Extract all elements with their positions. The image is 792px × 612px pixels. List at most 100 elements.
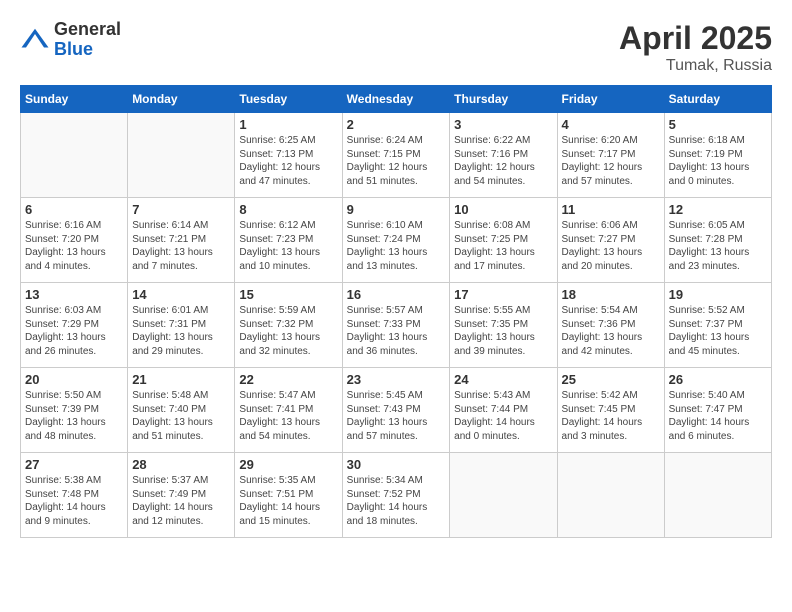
- day-number: 2: [347, 117, 446, 132]
- logo: General Blue: [20, 20, 121, 60]
- month-title: April 2025: [619, 20, 772, 57]
- day-info: Sunrise: 6:25 AM Sunset: 7:13 PM Dayligh…: [239, 134, 337, 188]
- day-info: Sunrise: 5:38 AM Sunset: 7:48 PM Dayligh…: [25, 474, 123, 528]
- day-number: 5: [669, 117, 767, 132]
- day-number: 29: [239, 457, 337, 472]
- day-number: 1: [239, 117, 337, 132]
- day-number: 9: [347, 202, 446, 217]
- day-info: Sunrise: 5:37 AM Sunset: 7:49 PM Dayligh…: [132, 474, 230, 528]
- week-row-3: 13 Sunrise: 6:03 AM Sunset: 7:29 PM Dayli…: [21, 283, 772, 368]
- day-number: 11: [562, 202, 660, 217]
- day-number: 25: [562, 372, 660, 387]
- calendar-header-thursday: Thursday: [450, 86, 557, 113]
- calendar-cell: 13 Sunrise: 6:03 AM Sunset: 7:29 PM Dayli…: [21, 283, 128, 368]
- title-block: April 2025 Tumak, Russia: [619, 20, 772, 75]
- calendar-cell: 1 Sunrise: 6:25 AM Sunset: 7:13 PM Daylig…: [235, 113, 342, 198]
- page-header: General Blue April 2025 Tumak, Russia: [20, 20, 772, 75]
- day-number: 18: [562, 287, 660, 302]
- day-info: Sunrise: 6:14 AM Sunset: 7:21 PM Dayligh…: [132, 219, 230, 273]
- calendar-header-monday: Monday: [128, 86, 235, 113]
- calendar-cell: 30 Sunrise: 5:34 AM Sunset: 7:52 PM Dayli…: [342, 453, 450, 538]
- calendar-header-wednesday: Wednesday: [342, 86, 450, 113]
- calendar-cell: 2 Sunrise: 6:24 AM Sunset: 7:15 PM Daylig…: [342, 113, 450, 198]
- day-number: 12: [669, 202, 767, 217]
- logo-text: General Blue: [54, 20, 121, 60]
- day-info: Sunrise: 5:54 AM Sunset: 7:36 PM Dayligh…: [562, 304, 660, 358]
- calendar-cell: 5 Sunrise: 6:18 AM Sunset: 7:19 PM Daylig…: [664, 113, 771, 198]
- calendar-cell: 3 Sunrise: 6:22 AM Sunset: 7:16 PM Daylig…: [450, 113, 557, 198]
- logo-general: General: [54, 20, 121, 40]
- calendar-header-sunday: Sunday: [21, 86, 128, 113]
- day-info: Sunrise: 5:57 AM Sunset: 7:33 PM Dayligh…: [347, 304, 446, 358]
- day-info: Sunrise: 6:20 AM Sunset: 7:17 PM Dayligh…: [562, 134, 660, 188]
- calendar-cell: [128, 113, 235, 198]
- day-number: 6: [25, 202, 123, 217]
- day-number: 3: [454, 117, 552, 132]
- day-number: 19: [669, 287, 767, 302]
- calendar-cell: 19 Sunrise: 5:52 AM Sunset: 7:37 PM Dayli…: [664, 283, 771, 368]
- calendar-cell: 15 Sunrise: 5:59 AM Sunset: 7:32 PM Dayli…: [235, 283, 342, 368]
- calendar-cell: 8 Sunrise: 6:12 AM Sunset: 7:23 PM Daylig…: [235, 198, 342, 283]
- day-info: Sunrise: 6:10 AM Sunset: 7:24 PM Dayligh…: [347, 219, 446, 273]
- calendar-cell: 29 Sunrise: 5:35 AM Sunset: 7:51 PM Dayli…: [235, 453, 342, 538]
- day-info: Sunrise: 5:47 AM Sunset: 7:41 PM Dayligh…: [239, 389, 337, 443]
- week-row-4: 20Sunrise: 5:50 AM Sunset: 7:39 PM Dayli…: [21, 368, 772, 453]
- calendar-cell: 20Sunrise: 5:50 AM Sunset: 7:39 PM Dayli…: [21, 368, 128, 453]
- calendar-cell: 26Sunrise: 5:40 AM Sunset: 7:47 PM Dayli…: [664, 368, 771, 453]
- day-info: Sunrise: 6:08 AM Sunset: 7:25 PM Dayligh…: [454, 219, 552, 273]
- logo-blue: Blue: [54, 40, 121, 60]
- day-info: Sunrise: 5:34 AM Sunset: 7:52 PM Dayligh…: [347, 474, 446, 528]
- calendar-cell: 22 Sunrise: 5:47 AM Sunset: 7:41 PM Dayli…: [235, 368, 342, 453]
- day-number: 24: [454, 372, 552, 387]
- day-info: Sunrise: 6:12 AM Sunset: 7:23 PM Dayligh…: [239, 219, 337, 273]
- day-number: 27: [25, 457, 123, 472]
- calendar-cell: 16 Sunrise: 5:57 AM Sunset: 7:33 PM Dayli…: [342, 283, 450, 368]
- calendar-cell: 14Sunrise: 6:01 AM Sunset: 7:31 PM Dayli…: [128, 283, 235, 368]
- day-number: 16: [347, 287, 446, 302]
- calendar-cell: 17Sunrise: 5:55 AM Sunset: 7:35 PM Dayli…: [450, 283, 557, 368]
- day-info: Sunrise: 6:03 AM Sunset: 7:29 PM Dayligh…: [25, 304, 123, 358]
- calendar-cell: 25 Sunrise: 5:42 AM Sunset: 7:45 PM Dayli…: [557, 368, 664, 453]
- calendar-header-tuesday: Tuesday: [235, 86, 342, 113]
- day-info: Sunrise: 5:50 AM Sunset: 7:39 PM Dayligh…: [25, 389, 123, 443]
- day-number: 21: [132, 372, 230, 387]
- logo-icon: [20, 25, 50, 55]
- calendar-cell: 23Sunrise: 5:45 AM Sunset: 7:43 PM Dayli…: [342, 368, 450, 453]
- calendar-cell: 7 Sunrise: 6:14 AM Sunset: 7:21 PM Daylig…: [128, 198, 235, 283]
- day-number: 13: [25, 287, 123, 302]
- day-info: Sunrise: 6:06 AM Sunset: 7:27 PM Dayligh…: [562, 219, 660, 273]
- day-number: 30: [347, 457, 446, 472]
- day-info: Sunrise: 6:24 AM Sunset: 7:15 PM Dayligh…: [347, 134, 446, 188]
- day-info: Sunrise: 5:43 AM Sunset: 7:44 PM Dayligh…: [454, 389, 552, 443]
- day-number: 17: [454, 287, 552, 302]
- day-info: Sunrise: 6:22 AM Sunset: 7:16 PM Dayligh…: [454, 134, 552, 188]
- week-row-1: 1 Sunrise: 6:25 AM Sunset: 7:13 PM Daylig…: [21, 113, 772, 198]
- day-number: 4: [562, 117, 660, 132]
- day-number: 15: [239, 287, 337, 302]
- calendar-cell: 9 Sunrise: 6:10 AM Sunset: 7:24 PM Daylig…: [342, 198, 450, 283]
- day-number: 7: [132, 202, 230, 217]
- day-info: Sunrise: 6:01 AM Sunset: 7:31 PM Dayligh…: [132, 304, 230, 358]
- calendar-cell: 4 Sunrise: 6:20 AM Sunset: 7:17 PM Daylig…: [557, 113, 664, 198]
- day-number: 8: [239, 202, 337, 217]
- calendar-cell: 27 Sunrise: 5:38 AM Sunset: 7:48 PM Dayli…: [21, 453, 128, 538]
- calendar-cell: 10Sunrise: 6:08 AM Sunset: 7:25 PM Dayli…: [450, 198, 557, 283]
- day-info: Sunrise: 5:45 AM Sunset: 7:43 PM Dayligh…: [347, 389, 446, 443]
- day-info: Sunrise: 6:16 AM Sunset: 7:20 PM Dayligh…: [25, 219, 123, 273]
- calendar-cell: [450, 453, 557, 538]
- calendar-cell: 28 Sunrise: 5:37 AM Sunset: 7:49 PM Dayli…: [128, 453, 235, 538]
- day-info: Sunrise: 5:40 AM Sunset: 7:47 PM Dayligh…: [669, 389, 767, 443]
- calendar-cell: 18 Sunrise: 5:54 AM Sunset: 7:36 PM Dayli…: [557, 283, 664, 368]
- location: Tumak, Russia: [619, 57, 772, 75]
- calendar-cell: 6 Sunrise: 6:16 AM Sunset: 7:20 PM Daylig…: [21, 198, 128, 283]
- day-number: 22: [239, 372, 337, 387]
- day-info: Sunrise: 5:59 AM Sunset: 7:32 PM Dayligh…: [239, 304, 337, 358]
- day-number: 28: [132, 457, 230, 472]
- calendar-cell: 12Sunrise: 6:05 AM Sunset: 7:28 PM Dayli…: [664, 198, 771, 283]
- day-info: Sunrise: 5:42 AM Sunset: 7:45 PM Dayligh…: [562, 389, 660, 443]
- day-info: Sunrise: 6:18 AM Sunset: 7:19 PM Dayligh…: [669, 134, 767, 188]
- day-info: Sunrise: 5:35 AM Sunset: 7:51 PM Dayligh…: [239, 474, 337, 528]
- day-info: Sunrise: 5:52 AM Sunset: 7:37 PM Dayligh…: [669, 304, 767, 358]
- calendar-cell: [664, 453, 771, 538]
- day-info: Sunrise: 5:48 AM Sunset: 7:40 PM Dayligh…: [132, 389, 230, 443]
